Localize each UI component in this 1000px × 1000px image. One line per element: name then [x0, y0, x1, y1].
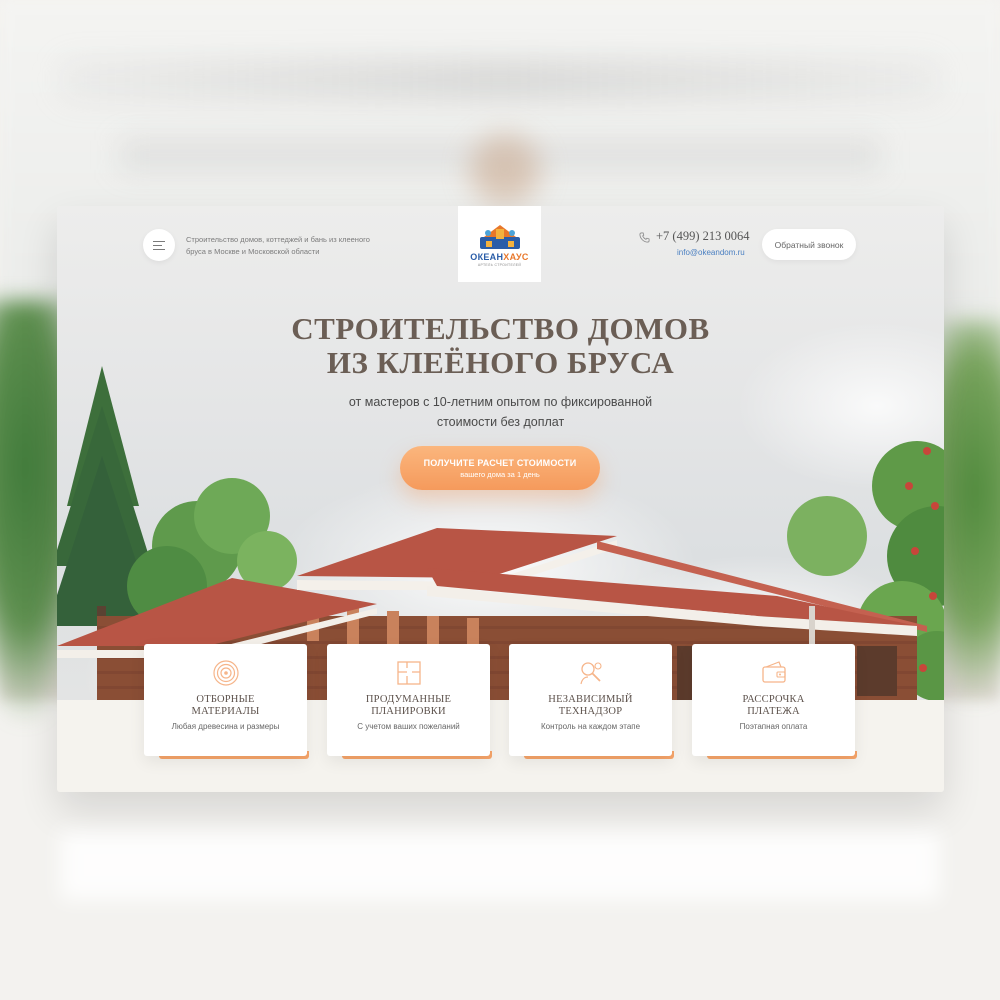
logo-emblem-icon	[479, 225, 520, 249]
cta-sub-label: вашего дома за 1 день	[460, 469, 540, 479]
landing-page-card: Строительство домов, коттеджей и бань из…	[57, 206, 944, 792]
callback-button[interactable]: Обратный звонок	[762, 229, 856, 260]
company-tagline: Строительство домов, коттеджей и бань из…	[186, 235, 370, 256]
wood-rings-icon	[212, 660, 239, 686]
wallet-icon	[761, 661, 786, 683]
feature-card-materials: Отборные материалы Любая древесина и раз…	[144, 644, 309, 762]
phone-icon	[639, 232, 650, 243]
phone-number[interactable]: +7 (499) 213 0064	[656, 229, 750, 244]
hero-subtitle: от мастеров с 10-летним опытом по фиксир…	[348, 395, 653, 429]
feature-card-supervision: Независимый технадзор Контроль на каждом…	[509, 644, 674, 762]
get-quote-button[interactable]: ПОЛУЧИТЕ РАСЧЕТ СТОИМОСТИ вашего дома за…	[400, 446, 600, 490]
cta-main-label: ПОЛУЧИТЕ РАСЧЕТ СТОИМОСТИ	[423, 457, 577, 468]
floor-plan-icon	[396, 661, 421, 685]
hamburger-icon	[153, 240, 165, 250]
menu-button[interactable]	[143, 229, 175, 261]
logo[interactable]: ОКЕАНХАУС АРТЕЛЬ СТРОИТЕЛЕЙ	[458, 206, 541, 282]
logo-subtitle: АРТЕЛЬ СТРОИТЕЛЕЙ	[477, 263, 522, 267]
hero-title: Строительство домов из клеёного бруса	[291, 311, 710, 380]
inspector-icon	[579, 662, 602, 685]
email-link[interactable]: info@okeandom.ru	[677, 248, 745, 257]
feature-card-layouts: Продуманные планировки С учетом ваших по…	[327, 644, 492, 762]
logo-wordmark: ОКЕАНХАУС	[470, 252, 529, 262]
feature-card-installments: Рассрочка платежа Поэтапная оплата	[692, 644, 857, 762]
